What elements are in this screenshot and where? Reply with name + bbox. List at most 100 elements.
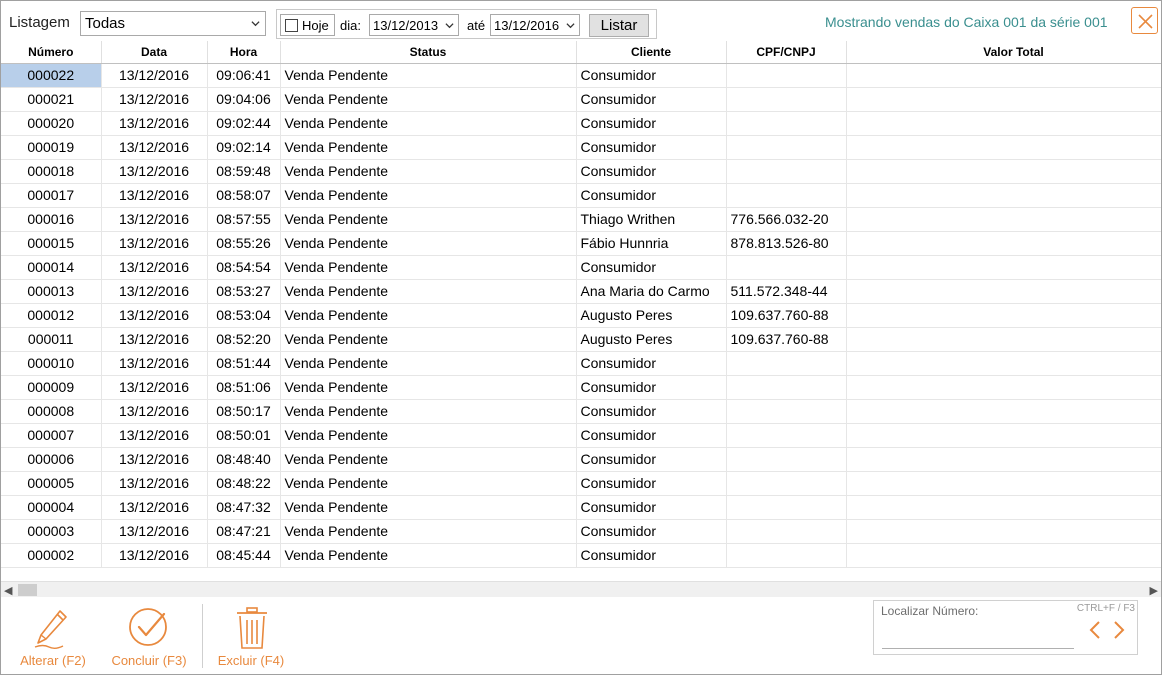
column-header-data[interactable]: Data xyxy=(101,41,208,64)
cell-hora[interactable]: 08:54:54 xyxy=(207,255,281,280)
cell-data[interactable]: 13/12/2016 xyxy=(101,495,208,520)
cell-status[interactable]: Venda Pendente xyxy=(280,207,577,232)
concluir-button[interactable]: Concluir (F3) xyxy=(107,598,191,674)
cell-valor-total[interactable] xyxy=(846,519,1161,544)
cell-status[interactable]: Venda Pendente xyxy=(280,375,577,400)
cell-valor-total[interactable] xyxy=(846,303,1161,328)
cell-cliente[interactable]: Consumidor xyxy=(576,183,727,208)
table-row[interactable]: 000007 13/12/2016 08:50:01 Venda Pendente Co… xyxy=(1,423,1161,448)
cell-cpf-cnpj[interactable] xyxy=(726,351,847,376)
table-row[interactable]: 000016 13/12/2016 08:57:55 Venda Pendente Th… xyxy=(1,207,1161,232)
column-header-numero[interactable]: Número xyxy=(1,41,102,64)
cell-status[interactable]: Venda Pendente xyxy=(280,279,577,304)
table-row[interactable]: 000005 13/12/2016 08:48:22 Venda Pendente Co… xyxy=(1,471,1161,496)
cell-status[interactable]: Venda Pendente xyxy=(280,327,577,352)
cell-valor-total[interactable] xyxy=(846,135,1161,160)
cell-cliente[interactable]: Consumidor xyxy=(576,543,727,568)
cell-cliente[interactable]: Consumidor xyxy=(576,63,727,88)
cell-status[interactable]: Venda Pendente xyxy=(280,303,577,328)
cell-numero[interactable]: 000010 xyxy=(1,351,102,376)
cell-numero[interactable]: 000012 xyxy=(1,303,102,328)
table-row[interactable]: 000006 13/12/2016 08:48:40 Venda Pendente Co… xyxy=(1,447,1161,472)
cell-cpf-cnpj[interactable]: 878.813.526-80 xyxy=(726,231,847,256)
cell-valor-total[interactable] xyxy=(846,183,1161,208)
table-row[interactable]: 000021 13/12/2016 09:04:06 Venda Pendente Co… xyxy=(1,87,1161,112)
column-header-valor-total[interactable]: Valor Total xyxy=(846,41,1161,64)
cell-cpf-cnpj[interactable] xyxy=(726,183,847,208)
cell-numero[interactable]: 000006 xyxy=(1,447,102,472)
cell-cliente[interactable]: Consumidor xyxy=(576,495,727,520)
cell-numero[interactable]: 000019 xyxy=(1,135,102,160)
cell-valor-total[interactable] xyxy=(846,231,1161,256)
table-row[interactable]: 000011 13/12/2016 08:52:20 Venda Pendente Au… xyxy=(1,327,1161,352)
cell-hora[interactable]: 09:02:14 xyxy=(207,135,281,160)
cell-hora[interactable]: 09:04:06 xyxy=(207,87,281,112)
cell-cpf-cnpj[interactable]: 109.637.760-88 xyxy=(726,327,847,352)
column-header-status[interactable]: Status xyxy=(280,41,577,64)
cell-cliente[interactable]: Consumidor xyxy=(576,87,727,112)
cell-numero[interactable]: 000021 xyxy=(1,87,102,112)
cell-cliente[interactable]: Ana Maria do Carmo xyxy=(576,279,727,304)
cell-hora[interactable]: 08:50:17 xyxy=(207,399,281,424)
cell-data[interactable]: 13/12/2016 xyxy=(101,447,208,472)
table-row[interactable]: 000003 13/12/2016 08:47:21 Venda Pendente Co… xyxy=(1,519,1161,544)
cell-cliente[interactable]: Consumidor xyxy=(576,255,727,280)
cell-cliente[interactable]: Consumidor xyxy=(576,375,727,400)
table-row[interactable]: 000004 13/12/2016 08:47:32 Venda Pendente Co… xyxy=(1,495,1161,520)
cell-data[interactable]: 13/12/2016 xyxy=(101,279,208,304)
column-header-cpf-cnpj[interactable]: CPF/CNPJ xyxy=(726,41,847,64)
cell-cliente[interactable]: Consumidor xyxy=(576,423,727,448)
cell-valor-total[interactable] xyxy=(846,111,1161,136)
cell-numero[interactable]: 000011 xyxy=(1,327,102,352)
cell-hora[interactable]: 08:47:21 xyxy=(207,519,281,544)
cell-data[interactable]: 13/12/2016 xyxy=(101,543,208,568)
listagem-select[interactable]: Todas xyxy=(80,11,266,36)
cell-data[interactable]: 13/12/2016 xyxy=(101,207,208,232)
cell-numero[interactable]: 000016 xyxy=(1,207,102,232)
cell-hora[interactable]: 08:59:48 xyxy=(207,159,281,184)
cell-hora[interactable]: 08:52:20 xyxy=(207,327,281,352)
cell-valor-total[interactable] xyxy=(846,327,1161,352)
cell-hora[interactable]: 08:51:06 xyxy=(207,375,281,400)
cell-cliente[interactable]: Augusto Peres xyxy=(576,303,727,328)
cell-status[interactable]: Venda Pendente xyxy=(280,87,577,112)
cell-data[interactable]: 13/12/2016 xyxy=(101,135,208,160)
cell-hora[interactable]: 08:51:44 xyxy=(207,351,281,376)
table-row[interactable]: 000019 13/12/2016 09:02:14 Venda Pendente Co… xyxy=(1,135,1161,160)
cell-cliente[interactable]: Thiago Writhen xyxy=(576,207,727,232)
cell-status[interactable]: Venda Pendente xyxy=(280,423,577,448)
cell-data[interactable]: 13/12/2016 xyxy=(101,183,208,208)
cell-numero[interactable]: 000004 xyxy=(1,495,102,520)
cell-data[interactable]: 13/12/2016 xyxy=(101,471,208,496)
cell-cpf-cnpj[interactable] xyxy=(726,495,847,520)
cell-hora[interactable]: 08:50:01 xyxy=(207,423,281,448)
cell-cpf-cnpj[interactable] xyxy=(726,63,847,88)
cell-valor-total[interactable]: 1 xyxy=(846,63,1161,88)
cell-numero[interactable]: 000020 xyxy=(1,111,102,136)
cell-status[interactable]: Venda Pendente xyxy=(280,447,577,472)
cell-hora[interactable]: 08:45:44 xyxy=(207,543,281,568)
cell-status[interactable]: Venda Pendente xyxy=(280,183,577,208)
cell-data[interactable]: 13/12/2016 xyxy=(101,63,208,88)
cell-cliente[interactable]: Consumidor xyxy=(576,519,727,544)
cell-status[interactable]: Venda Pendente xyxy=(280,351,577,376)
alterar-button[interactable]: Alterar (F2) xyxy=(13,598,93,674)
cell-cliente[interactable]: Consumidor xyxy=(576,471,727,496)
cell-data[interactable]: 13/12/2016 xyxy=(101,375,208,400)
cell-status[interactable]: Venda Pendente xyxy=(280,63,577,88)
cell-cliente[interactable]: Consumidor xyxy=(576,351,727,376)
cell-numero[interactable]: 000007 xyxy=(1,423,102,448)
cell-cliente[interactable]: Consumidor xyxy=(576,447,727,472)
cell-hora[interactable]: 08:55:26 xyxy=(207,231,281,256)
cell-cpf-cnpj[interactable] xyxy=(726,255,847,280)
cell-valor-total[interactable] xyxy=(846,447,1161,472)
cell-cpf-cnpj[interactable] xyxy=(726,423,847,448)
table-row[interactable]: 000013 13/12/2016 08:53:27 Venda Pendente An… xyxy=(1,279,1161,304)
cell-data[interactable]: 13/12/2016 xyxy=(101,423,208,448)
cell-valor-total[interactable] xyxy=(846,399,1161,424)
cell-data[interactable]: 13/12/2016 xyxy=(101,303,208,328)
cell-numero[interactable]: 000022 xyxy=(1,63,102,88)
cell-hora[interactable]: 08:48:22 xyxy=(207,471,281,496)
table-row[interactable]: 000002 13/12/2016 08:45:44 Venda Pendente Co… xyxy=(1,543,1161,568)
cell-valor-total[interactable] xyxy=(846,375,1161,400)
